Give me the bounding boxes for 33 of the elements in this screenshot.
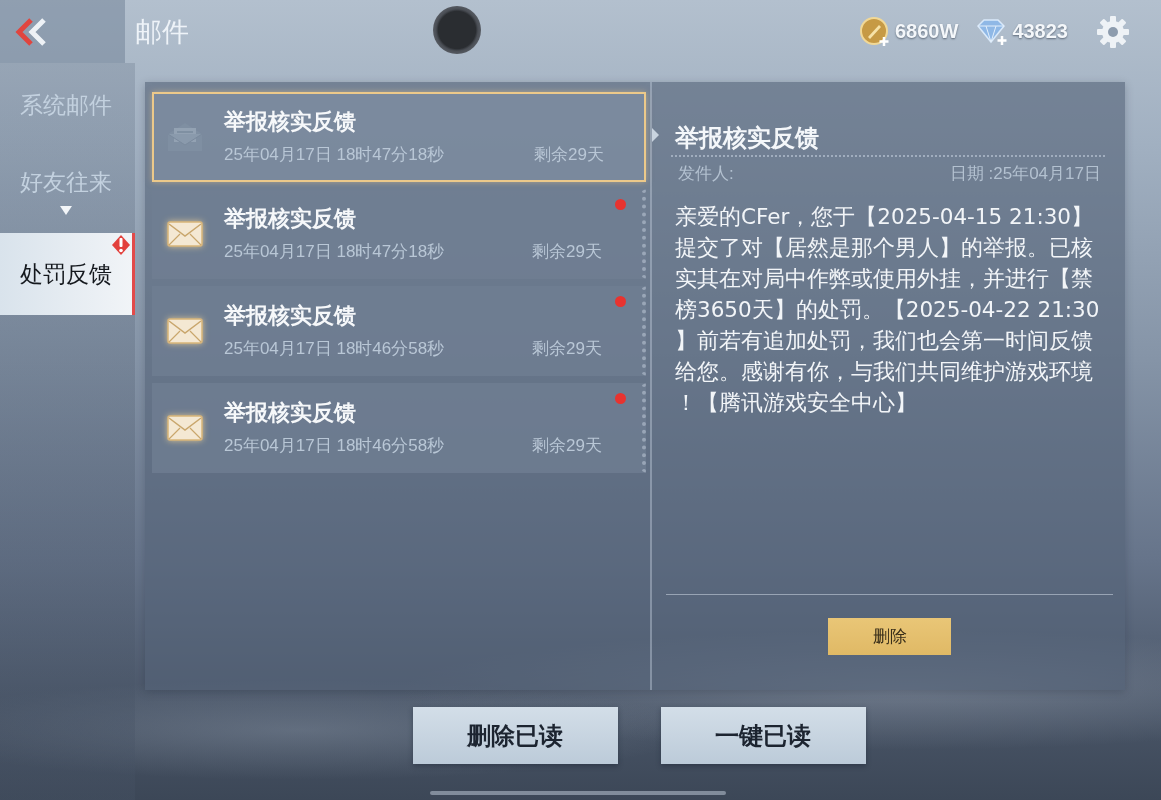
settings-button[interactable] — [1096, 14, 1130, 49]
page-title: 邮件 — [135, 15, 189, 49]
sender-label: 发件人: — [678, 163, 734, 185]
mail-date: 25年04月17日 18时46分58秒 — [224, 339, 445, 359]
mail-title: 举报核实反馈 — [224, 400, 356, 426]
days-remaining: 剩余29天 — [532, 436, 602, 456]
mail-date: 25年04月17日 18时47分18秒 — [224, 242, 445, 262]
settings-icon — [1096, 14, 1130, 49]
currency-amount: 6860W — [895, 20, 959, 43]
mail-detail-date: 日期 :25年04月17日 — [949, 163, 1101, 185]
mail-title: 举报核实反馈 — [224, 206, 356, 232]
action-button[interactable]: 一键已读 — [660, 707, 866, 764]
diamond-icon — [976, 17, 1009, 46]
coin-icon — [859, 15, 891, 48]
mail-item[interactable]: 举报核实反馈 25年04月17日 18时47分18秒 剩余29天 — [152, 92, 646, 182]
mail-item[interactable]: 举报核实反馈 25年04月17日 18时46分58秒 剩余29天 — [152, 286, 646, 376]
mail-title: 举报核实反馈 — [224, 109, 356, 135]
mail-item[interactable]: 举报核实反馈 25年04月17日 18时46分58秒 剩余29天 — [152, 383, 646, 473]
mail-title: 举报核实反馈 — [224, 303, 356, 329]
delete-button[interactable]: 删除 — [828, 618, 951, 655]
days-remaining: 剩余29天 — [532, 242, 602, 262]
days-remaining: 剩余29天 — [532, 339, 602, 359]
mail-body-text: 亲爱的CFer，您于【2025-04-15 21:30】提交了对【居然是那个男人】的举报。已核实其在对局中作弊或使用外挂，并进行【禁榜3650天】的处罚。【2025-04-22 21:30】前若有追加处罚，我们也会第一时间反馈给您。感谢有你，与我们共同维护游戏环境！【腾讯游戏安全中心】 — [675, 203, 1101, 417]
mail-date: 25年04月17日 18时46分58秒 — [224, 436, 445, 456]
mail-detail-title: 举报核实反馈 — [675, 124, 819, 152]
sidebar-tab[interactable]: 处罚反馈 — [0, 233, 135, 315]
mail-item[interactable]: 举报核实反馈 25年04月17日 18时47分18秒 剩余29天 — [152, 189, 646, 279]
currency-amount: 43823 — [1012, 20, 1068, 43]
back-button[interactable] — [0, 0, 125, 63]
days-remaining: 剩余29天 — [534, 145, 604, 165]
action-button[interactable]: 删除已读 — [412, 707, 618, 764]
camera-lens-icon — [433, 6, 481, 54]
mail-date: 25年04月17日 18时47分18秒 — [224, 145, 445, 165]
